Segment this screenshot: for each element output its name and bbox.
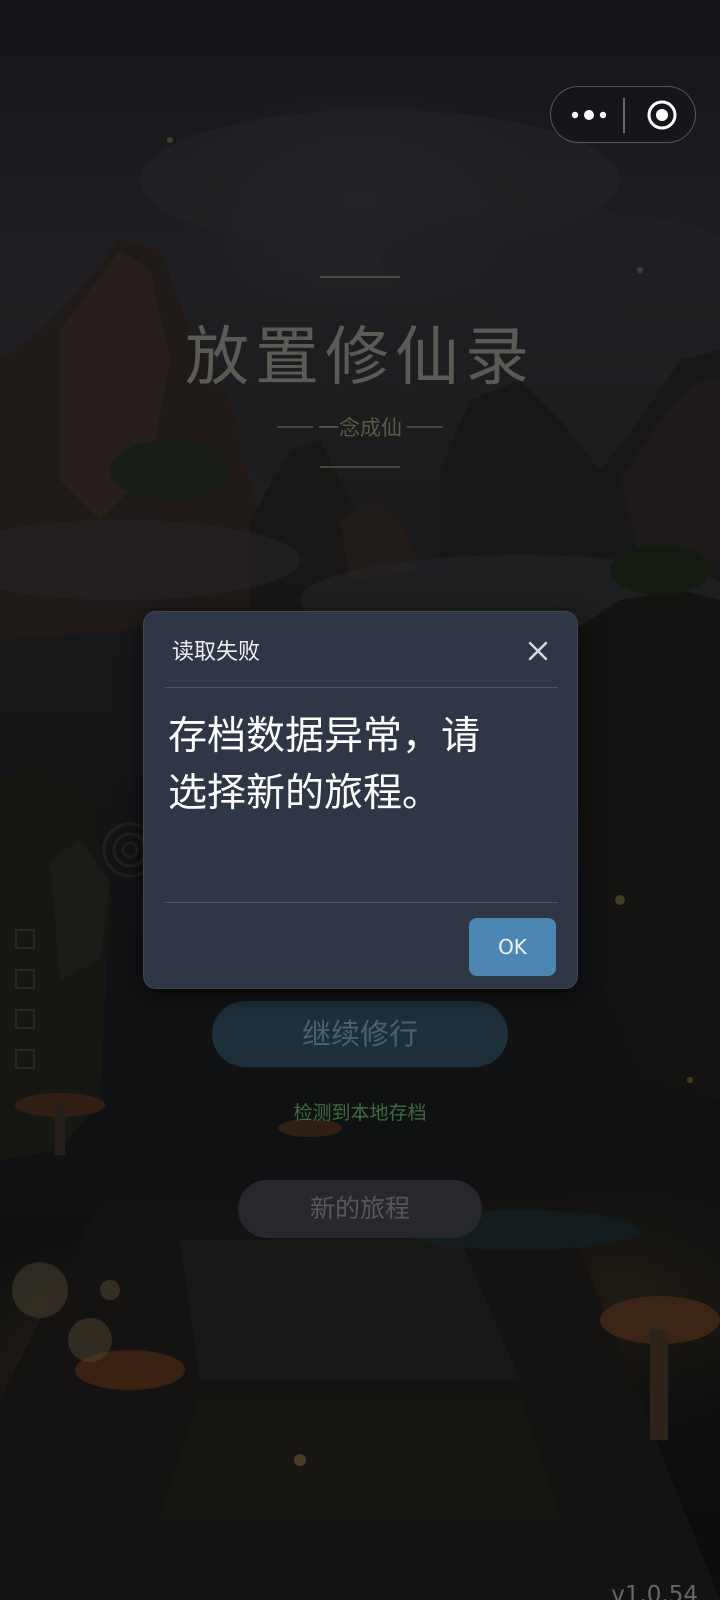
title-top-line [320,276,400,278]
target-circle-icon[interactable] [646,99,678,131]
capsule-divider [623,98,625,133]
miniprogram-capsule [550,86,696,143]
load-failed-dialog: 读取失败 存档数据异常，请选择新的旅程。 OK [143,611,578,989]
continue-cultivation-button[interactable]: 继续修行 [212,1001,508,1067]
version-label: v1.0.54 [611,1582,698,1600]
local-save-hint: 检测到本地存档 [293,1102,427,1124]
subtitle-right-line [407,426,443,428]
new-journey-button[interactable]: 新的旅程 [238,1180,482,1238]
game-title: 放置修仙录 [185,321,535,395]
ok-button[interactable]: OK [469,918,556,976]
game-subtitle: 一念成仙 [318,416,402,440]
dialog-footer-divider [165,902,558,903]
dialog-title: 读取失败 [172,640,261,665]
title-bottom-line [320,466,400,468]
dialog-header-divider [165,687,558,688]
dialog-message: 存档数据异常，请选择新的旅程。 [168,714,481,816]
close-icon[interactable] [525,638,551,664]
more-dots-icon[interactable] [569,101,609,129]
